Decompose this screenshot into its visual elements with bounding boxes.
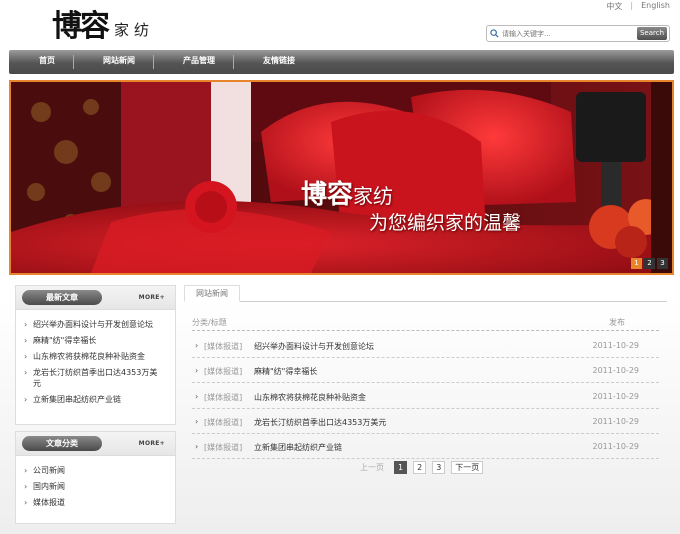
search-input[interactable] <box>502 29 630 38</box>
categories-more-link[interactable]: MORE+ <box>139 440 165 447</box>
main-nav: 首页 网站新闻 产品管理 友情链接 <box>9 50 674 74</box>
page-button-1[interactable]: 1 <box>394 461 408 474</box>
column-header-title: 分类/标题 <box>192 318 227 327</box>
table-row[interactable]: › [媒体报道] 龙岩长汀纺织首季出口达4353万美元 2011-10-29 <box>192 409 659 434</box>
slide-pager: 1 2 3 <box>631 258 668 269</box>
row-category[interactable]: [媒体报道] <box>204 417 242 428</box>
row-date: 2011-10-29 <box>592 392 640 401</box>
list-item[interactable]: 麻精"纺"得幸福长 <box>24 335 164 346</box>
slide-button-1[interactable]: 1 <box>631 258 642 269</box>
news-panel: 网站新闻 <box>184 285 667 302</box>
box-header: 文章分类 MORE+ <box>16 432 175 456</box>
table-row[interactable]: › [媒体报道] 麻精"纺"得幸福长 2011-10-29 <box>192 358 659 383</box>
hero-banner[interactable]: 博容家纺 为您编织家的温馨 1 2 3 <box>9 80 674 275</box>
categories-list: 公司新闻 国内新闻 媒体报道 <box>16 456 175 517</box>
list-item[interactable]: 绍兴举办面料设计与开发创意论坛 <box>24 319 164 330</box>
nav-item-news[interactable]: 网站新闻 <box>74 50 153 74</box>
row-title[interactable]: 绍兴举办面料设计与开发创意论坛 <box>254 341 374 352</box>
article-categories-box: 文章分类 MORE+ 公司新闻 国内新闻 媒体报道 <box>15 431 176 524</box>
search-bar: Search <box>486 25 670 42</box>
row-category[interactable]: [媒体报道] <box>204 341 242 352</box>
list-item[interactable]: 山东棉农将获棉花良种补贴资金 <box>24 351 164 362</box>
nav-item-home[interactable]: 首页 <box>9 50 73 74</box>
row-date: 2011-10-29 <box>592 341 640 350</box>
chevron-right-icon: › <box>195 341 199 350</box>
row-category[interactable]: [媒体报道] <box>204 366 242 377</box>
slide-button-2[interactable]: 2 <box>644 258 655 269</box>
lang-chinese-link[interactable]: 中文 <box>606 1 622 12</box>
latest-articles-list: 绍兴举办面料设计与开发创意论坛 麻精"纺"得幸福长 山东棉农将获棉花良种补贴资金… <box>16 310 175 414</box>
row-date: 2011-10-29 <box>592 366 640 375</box>
table-row[interactable]: › [媒体报道] 绍兴举办面料设计与开发创意论坛 2011-10-29 <box>192 333 659 358</box>
row-title[interactable]: 麻精"纺"得幸福长 <box>254 366 317 377</box>
tab-site-news[interactable]: 网站新闻 <box>184 285 240 302</box>
row-category[interactable]: [媒体报道] <box>204 442 242 453</box>
list-item[interactable]: 公司新闻 <box>24 465 164 476</box>
logo-main-text: 博容 <box>52 9 110 44</box>
table-row[interactable]: › [媒体报道] 山东棉农将获棉花良种补贴资金 2011-10-29 <box>192 384 659 409</box>
chevron-right-icon: › <box>195 392 199 401</box>
nav-item-links[interactable]: 友情链接 <box>234 50 313 74</box>
column-header-date: 发布 <box>609 318 625 327</box>
latest-articles-box: 最新文章 MORE+ 绍兴举办面料设计与开发创意论坛 麻精"纺"得幸福长 山东棉… <box>15 285 176 425</box>
site-logo[interactable]: 博容 家纺 <box>52 5 154 45</box>
pagination: 上一页 1 2 3 下一页 <box>360 461 484 474</box>
banner-title: 博容家纺 <box>301 174 393 211</box>
row-date: 2011-10-29 <box>592 417 640 426</box>
lang-separator: | <box>630 1 634 10</box>
page-button-3[interactable]: 3 <box>432 461 446 474</box>
table-row[interactable]: › [媒体报道] 立新集团串起纺织产业链 2011-10-29 <box>192 434 659 459</box>
list-item[interactable]: 国内新闻 <box>24 481 164 492</box>
banner-subtitle: 为您编织家的温馨 <box>369 212 522 234</box>
language-switch: 中文 | English <box>606 1 670 12</box>
search-button[interactable]: Search <box>637 27 667 40</box>
row-category[interactable]: [媒体报道] <box>204 392 242 403</box>
slide-button-3[interactable]: 3 <box>657 258 668 269</box>
latest-more-link[interactable]: MORE+ <box>139 294 165 301</box>
page-button-2[interactable]: 2 <box>413 461 427 474</box>
categories-title: 文章分类 <box>22 436 102 451</box>
chevron-right-icon: › <box>195 366 199 375</box>
list-item[interactable]: 龙岩长汀纺织首季出口达4353万美元 <box>24 367 164 389</box>
list-item[interactable]: 立新集团串起纺织产业链 <box>24 394 164 405</box>
logo-sub-text: 家纺 <box>114 21 155 39</box>
banner-title-bold: 博容 <box>301 180 354 210</box>
search-icon <box>490 29 499 38</box>
list-item[interactable]: 媒体报道 <box>24 497 164 508</box>
row-title[interactable]: 山东棉农将获棉花良种补贴资金 <box>254 392 366 403</box>
nav-item-products[interactable]: 产品管理 <box>154 50 233 74</box>
chevron-right-icon: › <box>195 417 199 426</box>
row-title[interactable]: 立新集团串起纺织产业链 <box>254 442 342 453</box>
latest-articles-title: 最新文章 <box>22 290 102 305</box>
lang-english-link[interactable]: English <box>641 1 670 12</box>
next-page-button[interactable]: 下一页 <box>451 461 484 474</box>
banner-title-rest: 家纺 <box>353 184 394 208</box>
box-header: 最新文章 MORE+ <box>16 286 175 310</box>
chevron-right-icon: › <box>195 442 199 451</box>
row-title[interactable]: 龙岩长汀纺织首季出口达4353万美元 <box>254 417 386 428</box>
news-table-header: 分类/标题 发布 <box>192 315 659 331</box>
row-date: 2011-10-29 <box>592 442 640 451</box>
prev-page-link[interactable]: 上一页 <box>360 462 384 473</box>
tab-bar: 网站新闻 <box>184 285 667 302</box>
